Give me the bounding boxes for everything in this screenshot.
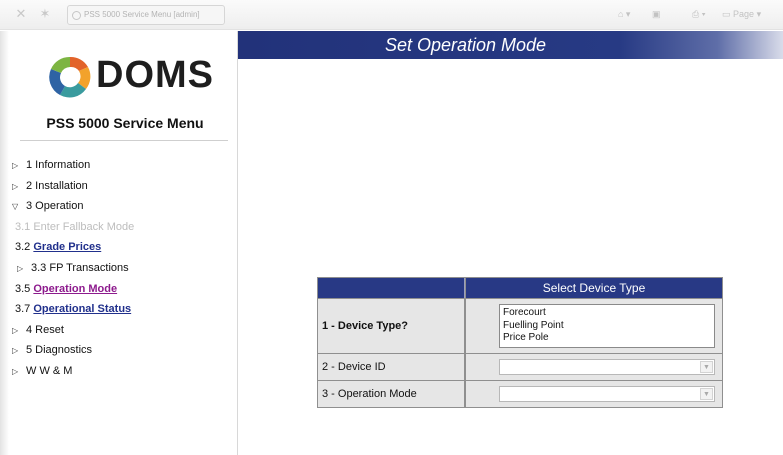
form-header: Select Device Type <box>466 278 722 298</box>
browser-window: ✕ ✶ PSS 5000 Service Menu [admin] ⌂ ▾ ▣ … <box>0 0 783 455</box>
feeds-icon[interactable]: ▣ <box>652 7 661 21</box>
sidebar-item-enter-fallback-mode: 3.1 Enter Fallback Mode <box>12 219 236 240</box>
page-icon: ▭ <box>722 9 731 19</box>
menu-title: PSS 5000 Service Menu <box>46 115 204 131</box>
close-icon[interactable]: ✕ <box>14 7 28 21</box>
chevron-down-icon[interactable]: ▼ <box>700 388 713 400</box>
expand-arrow-icon: ▷ <box>17 263 24 273</box>
sidebar-nav: ▷ 1 Information ▷ 2 Installation ▽ 3 Operat… <box>12 157 236 384</box>
favorites-icon[interactable]: ✶ <box>38 7 52 21</box>
page-title: Set Operation Mode <box>384 35 547 55</box>
sidebar-item-operation[interactable]: ▽ 3 Operation <box>12 198 236 219</box>
form-row-device-type: 1 - Device Type? Forecourt Fuelling Poin… <box>318 299 722 353</box>
device-type-cell: Forecourt Fuelling Point Price Pole <box>466 299 722 353</box>
listbox-option-fuelling-point[interactable]: Fuelling Point <box>503 320 711 333</box>
operation-mode-label: 3 - Operation Mode <box>318 381 465 407</box>
sidebar-item-reset[interactable]: ▷ 4 Reset <box>12 322 236 343</box>
listbox-option-price-pole[interactable]: Price Pole <box>503 332 711 345</box>
sidebar-item-installation[interactable]: ▷ 2 Installation <box>12 178 236 199</box>
sidebar-item-label: 3.3 FP Transactions <box>31 261 129 274</box>
sidebar-item-prefix: 3.5 <box>15 282 34 295</box>
expand-arrow-icon: ▷ <box>12 366 19 376</box>
sidebar-item-prefix: 3.2 <box>15 241 34 254</box>
doms-logo-icon <box>49 56 91 98</box>
browser-toolbar: ✕ ✶ PSS 5000 Service Menu [admin] ⌂ ▾ ▣ … <box>0 0 783 30</box>
logo-text: DOMS <box>96 54 214 96</box>
sidebar-item-label: 2 Installation <box>26 179 88 192</box>
expand-arrow-icon: ▷ <box>12 346 19 356</box>
form-header-spacer <box>318 278 465 298</box>
form-row-operation-mode: 3 - Operation Mode ▼ <box>318 381 722 407</box>
collapse-arrow-icon: ▽ <box>12 202 19 212</box>
operation-mode-select[interactable]: ▼ <box>499 386 715 402</box>
sidebar-item-wwm[interactable]: ▷ W W & M <box>12 363 236 384</box>
grade-prices-link[interactable]: Grade Prices <box>33 241 101 253</box>
home-icon[interactable]: ⌂ ▾ <box>618 7 630 21</box>
listbox-option-forecourt[interactable]: Forecourt <box>503 307 711 320</box>
device-id-label: 2 - Device ID <box>318 354 465 380</box>
expand-arrow-icon: ▷ <box>12 161 19 170</box>
sidebar-item-label: 4 Reset <box>26 323 64 336</box>
expand-arrow-icon: ▷ <box>12 325 19 335</box>
sidebar-item-operation-mode: 3.5 Operation Mode <box>12 281 236 302</box>
print-icon[interactable]: ⎙ ▾ <box>692 7 705 21</box>
browser-tab[interactable]: PSS 5000 Service Menu [admin] <box>67 5 225 25</box>
sidebar-item-grade-prices: 3.2 Grade Prices <box>12 239 236 260</box>
sidebar-item-prefix: 3.7 <box>15 303 34 316</box>
sidebar-item-information[interactable]: ▷ 1 Information <box>12 157 236 178</box>
loading-icon <box>72 11 81 20</box>
sidebar-item-diagnostics[interactable]: ▷ 5 Diagnostics <box>12 342 236 363</box>
form-row-device-id: 2 - Device ID ▼ <box>318 354 722 380</box>
device-type-form: Select Device Type 1 - Device Type? Fore… <box>317 277 723 408</box>
device-type-label: 1 - Device Type? <box>318 299 465 353</box>
sidebar-item-fp-transactions[interactable]: ▷ 3.3 FP Transactions <box>12 260 236 281</box>
operational-status-link[interactable]: Operational Status <box>33 303 131 315</box>
page-menu-label: Page <box>733 9 755 19</box>
device-type-listbox[interactable]: Forecourt Fuelling Point Price Pole <box>499 304 715 348</box>
sidebar-item-label: W W & M <box>26 364 73 377</box>
page-header: Set Operation Mode <box>238 31 783 59</box>
page-menu[interactable]: ▭ Page ▾ <box>722 7 761 21</box>
form-header-row: Select Device Type <box>318 278 722 298</box>
expand-arrow-icon: ▷ <box>12 181 19 191</box>
sidebar-item-label: 3 Operation <box>26 200 84 213</box>
operation-mode-link[interactable]: Operation Mode <box>33 283 117 295</box>
divider <box>20 140 228 141</box>
doms-logo: DOMS <box>46 47 221 111</box>
sidebar-shadow <box>0 31 9 455</box>
operation-mode-cell: ▼ <box>466 381 722 407</box>
chevron-down-icon[interactable]: ▼ <box>700 361 713 373</box>
sidebar-item-label: 3.1 Enter Fallback Mode <box>15 220 135 233</box>
sidebar-item-operational-status: 3.7 Operational Status <box>12 301 236 322</box>
tab-title: PSS 5000 Service Menu [admin] <box>84 10 200 19</box>
device-id-select[interactable]: ▼ <box>499 359 715 375</box>
device-id-cell: ▼ <box>466 354 722 380</box>
sidebar-item-label: 5 Diagnostics <box>26 344 93 357</box>
sidebar-item-label: 1 Information <box>26 159 91 171</box>
